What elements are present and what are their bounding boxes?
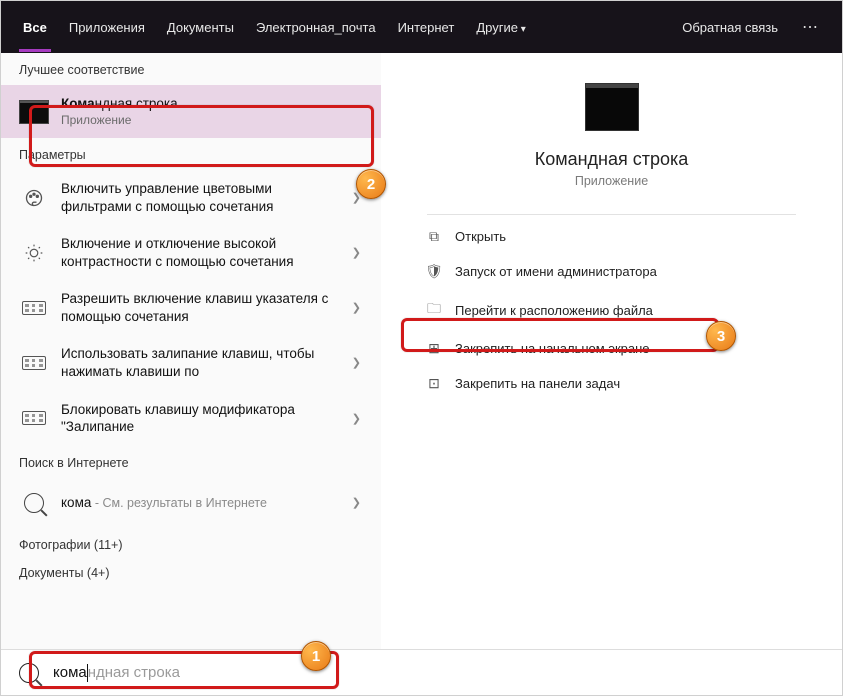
palette-icon	[19, 183, 49, 213]
search-input[interactable]: командная строка	[53, 659, 333, 687]
divider	[427, 214, 796, 215]
chevron-right-icon: ❯	[352, 356, 365, 369]
pin-start-icon: ⊞	[425, 340, 443, 357]
nav-tab-apps[interactable]: Приложения	[65, 14, 149, 41]
section-websearch: Поиск в Интернете	[1, 446, 381, 478]
keyboard-icon	[19, 403, 49, 433]
keyboard-icon	[19, 348, 49, 378]
search-window: Все Приложения Документы Электронная_поч…	[0, 0, 843, 696]
chevron-right-icon: ❯	[352, 496, 365, 509]
nav-tab-web[interactable]: Интернет	[394, 14, 459, 41]
cmd-preview-icon	[585, 83, 639, 131]
chevron-right-icon: ❯	[352, 301, 365, 314]
search-icon	[19, 663, 39, 683]
preview-sub: Приложение	[575, 174, 648, 188]
search-icon	[19, 488, 49, 518]
badge-3: 3	[706, 321, 736, 351]
best-match-sub: Приложение	[61, 113, 365, 129]
badge-1: 1	[301, 641, 331, 671]
web-search-item[interactable]: кома - См. результаты в Интернете ❯	[1, 478, 381, 528]
action-open[interactable]: ⧉ Открыть	[411, 219, 812, 254]
action-open-location[interactable]: 🗀 Перейти к расположению файла	[411, 289, 812, 331]
settings-item-2[interactable]: Разрешить включение клавиш указателя с п…	[1, 280, 381, 335]
keyboard-icon	[19, 293, 49, 323]
preview-pane: Командная строка Приложение ⧉ Открыть 🛡 …	[381, 53, 842, 649]
cmd-icon	[19, 100, 49, 124]
best-match-title: Командная строка	[61, 95, 365, 113]
contrast-icon	[19, 238, 49, 268]
chevron-right-icon: ❯	[352, 412, 365, 425]
section-photos[interactable]: Фотографии (11+)	[1, 528, 381, 556]
open-icon: ⧉	[425, 228, 443, 245]
results-pane: Лучшее соответствие Командная строка При…	[1, 53, 381, 649]
search-bar[interactable]: командная строка	[1, 649, 842, 695]
settings-item-3[interactable]: Использовать залипание клавиш, чтобы наж…	[1, 335, 381, 390]
settings-item-1[interactable]: Включение и отключение высокой контрастн…	[1, 225, 381, 280]
nav-more-icon[interactable]: ⋯	[796, 17, 824, 37]
nav-bar: Все Приложения Документы Электронная_поч…	[1, 1, 842, 53]
folder-icon: 🗀	[425, 298, 443, 322]
pin-taskbar-icon: ⊡	[425, 375, 443, 392]
preview-title: Командная строка	[535, 149, 689, 170]
nav-tab-email[interactable]: Электронная_почта	[252, 14, 380, 41]
shield-icon: 🛡	[425, 263, 443, 280]
settings-item-4[interactable]: Блокировать клавишу модификатора "Залипа…	[1, 391, 381, 446]
section-settings: Параметры	[1, 138, 381, 170]
action-pin-start[interactable]: ⊞ Закрепить на начальном экране	[411, 331, 812, 366]
section-documents[interactable]: Документы (4+)	[1, 556, 381, 584]
nav-tab-more[interactable]: Другие	[472, 14, 529, 41]
action-run-admin[interactable]: 🛡 Запуск от имени администратора	[411, 254, 812, 289]
settings-item-0[interactable]: Включить управление цветовыми фильтрами …	[1, 170, 381, 225]
action-pin-taskbar[interactable]: ⊡ Закрепить на панели задач	[411, 366, 812, 401]
nav-tab-all[interactable]: Все	[19, 14, 51, 41]
nav-feedback[interactable]: Обратная связь	[678, 14, 782, 41]
best-match-item[interactable]: Командная строка Приложение	[1, 85, 381, 138]
chevron-right-icon: ❯	[352, 246, 365, 259]
badge-2: 2	[356, 169, 386, 199]
section-best-match: Лучшее соответствие	[1, 53, 381, 85]
nav-tab-docs[interactable]: Документы	[163, 14, 238, 41]
